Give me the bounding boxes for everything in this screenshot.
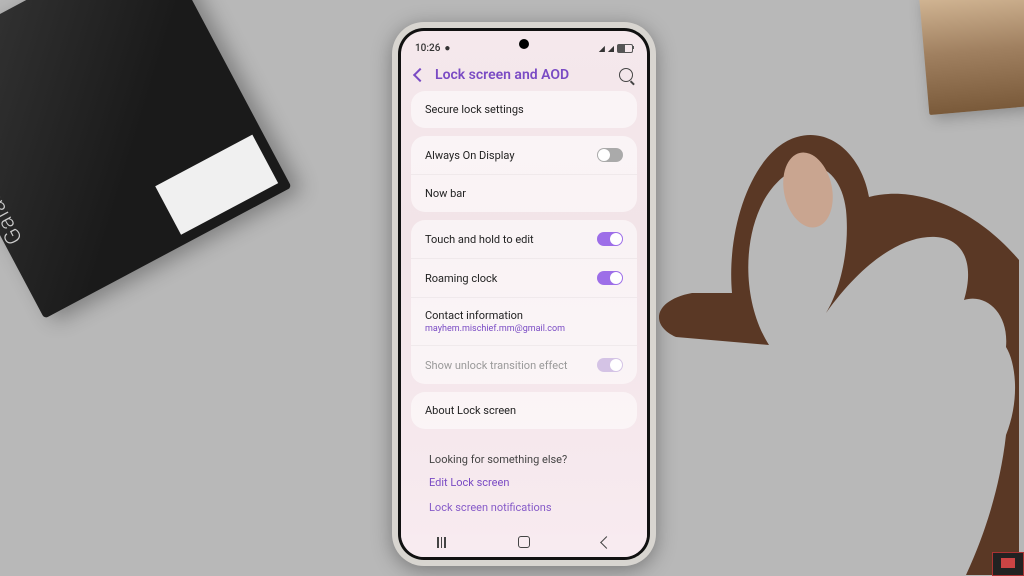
row-label: Touch and hold to edit <box>425 233 534 246</box>
row-label: Roaming clock <box>425 272 497 285</box>
roaming-toggle[interactable] <box>597 271 623 285</box>
notification-dot-icon: ● <box>444 43 450 54</box>
contact-info-row[interactable]: Contact information mayhem.mischief.mm@g… <box>411 297 637 345</box>
box-barcode-label <box>155 135 278 235</box>
back-button[interactable] <box>600 536 613 549</box>
about-lock-screen-row[interactable]: About Lock screen <box>411 392 637 429</box>
aod-toggle[interactable] <box>597 148 623 162</box>
search-icon[interactable] <box>619 68 633 82</box>
signal-icon: ◢ <box>608 44 614 53</box>
touch-hold-edit-row[interactable]: Touch and hold to edit <box>411 220 637 258</box>
hand <box>614 115 1019 575</box>
battery-icon <box>617 44 633 53</box>
row-label: Contact information <box>425 309 523 322</box>
box-model-text: Galaxy S25 Ultra <box>0 83 28 249</box>
now-bar-row[interactable]: Now bar <box>411 174 637 212</box>
page-title: Lock screen and AOD <box>435 67 609 83</box>
row-label: Always On Display <box>425 149 515 162</box>
phone-screen: 10:26 ● ◢ ◢ Lock screen and AOD Secure l… <box>401 31 647 557</box>
front-camera <box>519 39 529 49</box>
secure-lock-settings-row[interactable]: Secure lock settings <box>411 91 637 128</box>
always-on-display-row[interactable]: Always On Display <box>411 136 637 174</box>
transition-toggle[interactable] <box>597 358 623 372</box>
roaming-clock-row[interactable]: Roaming clock <box>411 258 637 297</box>
row-label: About Lock screen <box>425 404 516 417</box>
signal-icon: ◢ <box>599 44 605 53</box>
home-button[interactable] <box>518 536 530 548</box>
phone-frame: 10:26 ● ◢ ◢ Lock screen and AOD Secure l… <box>392 22 656 566</box>
unlock-transition-row[interactable]: Show unlock transition effect <box>411 345 637 384</box>
row-label: Show unlock transition effect <box>425 359 567 372</box>
settings-header: Lock screen and AOD <box>401 59 647 91</box>
wood-block <box>919 0 1024 115</box>
contact-email-value: mayhem.mischief.mm@gmail.com <box>425 324 565 334</box>
status-time: 10:26 <box>415 43 440 54</box>
android-nav-bar <box>401 527 647 557</box>
back-icon[interactable] <box>413 68 427 82</box>
touch-hold-toggle[interactable] <box>597 232 623 246</box>
row-label: Secure lock settings <box>425 103 524 116</box>
recents-button[interactable] <box>437 537 446 548</box>
edit-lock-screen-link[interactable]: Edit Lock screen <box>411 466 637 491</box>
row-label: Now bar <box>425 187 466 200</box>
lock-screen-notifications-link[interactable]: Lock screen notifications <box>411 491 637 514</box>
looking-for-heading: Looking for something else? <box>411 437 637 466</box>
corner-logo <box>992 552 1024 576</box>
galaxy-box: Galaxy S25 Ultra <box>0 0 292 319</box>
